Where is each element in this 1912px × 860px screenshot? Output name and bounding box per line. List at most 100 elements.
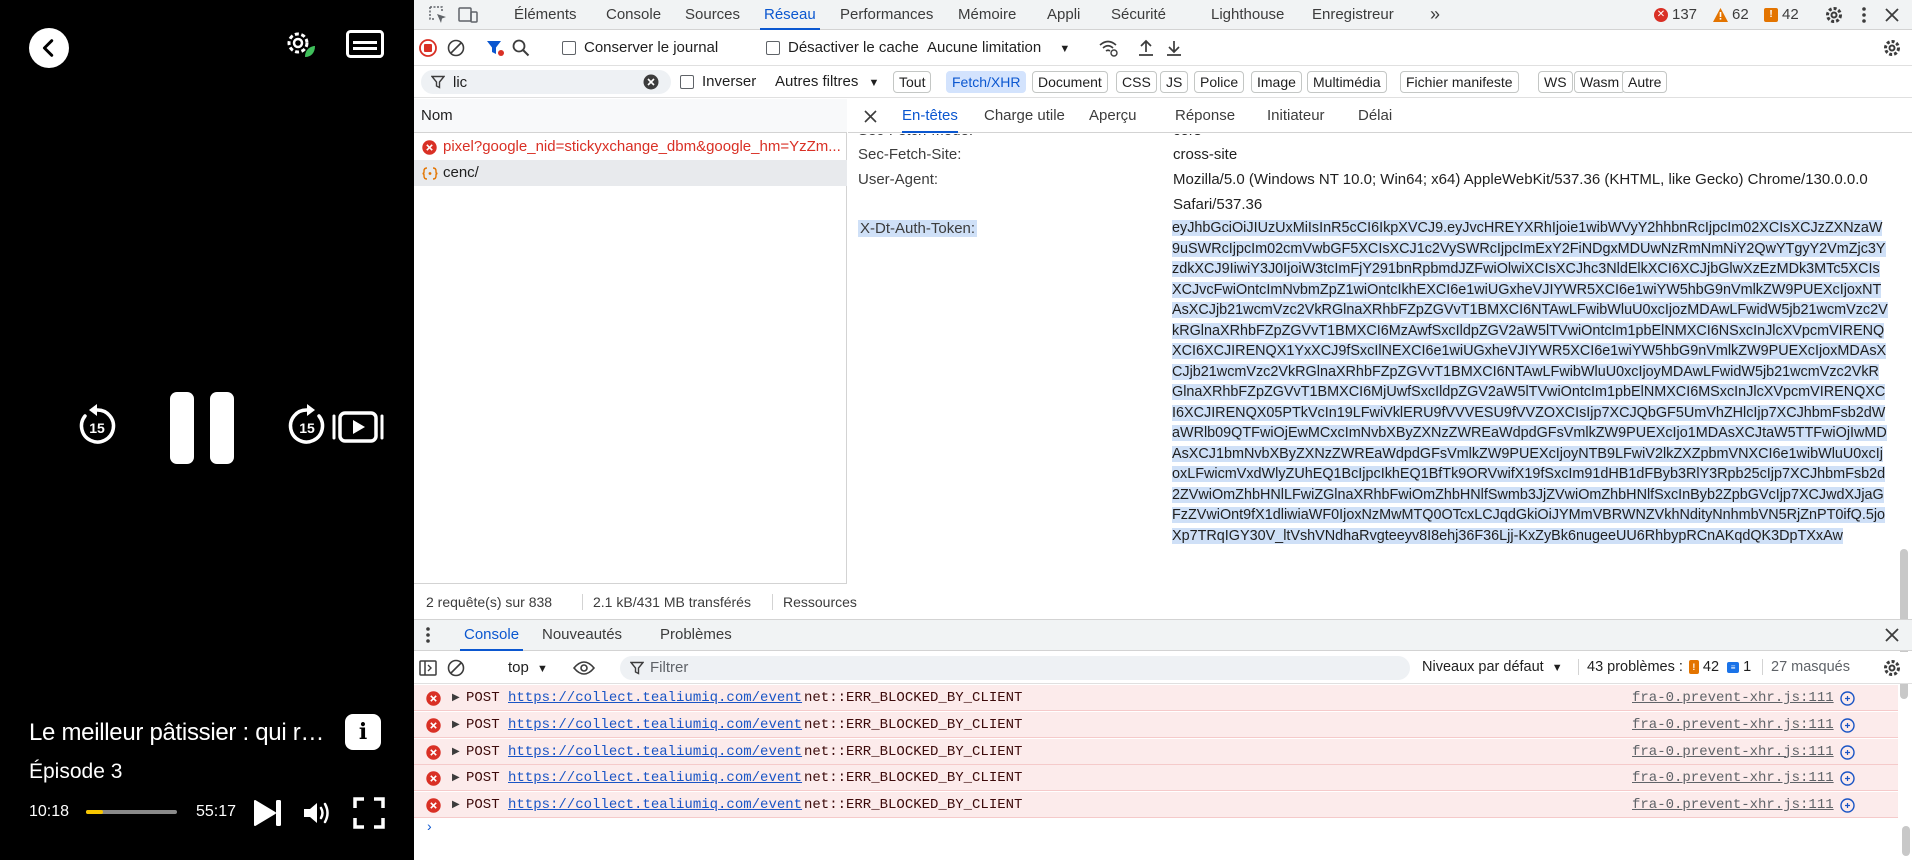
tab-headers[interactable]: En-têtes xyxy=(902,99,958,133)
filter-field[interactable] xyxy=(421,70,671,94)
expand-triangle-icon[interactable]: ▶ xyxy=(452,685,460,711)
next-episode-button[interactable] xyxy=(252,797,284,829)
drawer-menu-icon[interactable] xyxy=(414,621,442,649)
import-har-icon[interactable] xyxy=(1132,34,1160,62)
log-levels-dropdown[interactable]: Niveaux par défaut ▼ xyxy=(1422,659,1563,675)
stop-recording-icon[interactable] xyxy=(414,34,442,62)
tab-initiator[interactable]: Initiateur xyxy=(1267,99,1325,133)
drawer-tab-console[interactable]: Console xyxy=(460,620,524,651)
chip-manifest[interactable]: Fichier manifeste xyxy=(1400,71,1519,93)
ai-insights-icon[interactable] xyxy=(1840,771,1855,787)
chip-document[interactable]: Document xyxy=(1032,71,1108,93)
pause-button[interactable] xyxy=(168,392,236,464)
log-source-link[interactable]: fra-0.prevent-xhr.js:111 xyxy=(1632,712,1834,738)
warning-counter[interactable]: 62 xyxy=(1713,6,1749,23)
chip-media[interactable]: Multimédia xyxy=(1307,71,1387,93)
log-url[interactable]: https://collect.tealiumiq.com/event xyxy=(508,712,802,738)
preserve-log-checkbox[interactable] xyxy=(562,41,576,59)
rewind-15-button[interactable]: 15 xyxy=(75,402,119,450)
request-row[interactable]: cenc/ xyxy=(414,160,847,186)
chip-css[interactable]: CSS xyxy=(1116,71,1157,93)
error-counter[interactable]: ✕ 137 xyxy=(1654,6,1697,23)
console-settings-icon[interactable] xyxy=(1878,654,1906,682)
inspect-element-icon[interactable] xyxy=(424,1,452,29)
episodes-button[interactable] xyxy=(331,410,385,444)
ai-insights-icon[interactable] xyxy=(1840,691,1855,706)
tab-application[interactable]: Appli xyxy=(1043,0,1084,30)
chip-font[interactable]: Police xyxy=(1194,71,1245,93)
chip-js[interactable]: JS xyxy=(1160,71,1189,93)
invert-checkbox[interactable] xyxy=(680,75,694,92)
issues-counter[interactable]: ! 42 xyxy=(1764,6,1799,23)
export-har-icon[interactable] xyxy=(1160,34,1188,62)
settings-button[interactable] xyxy=(281,27,319,61)
log-source-link[interactable]: fra-0.prevent-xhr.js:111 xyxy=(1632,765,1834,791)
tab-lighthouse[interactable]: Lighthouse xyxy=(1207,0,1288,30)
tab-timing[interactable]: Délai xyxy=(1358,99,1392,133)
token-value[interactable]: eyJhbGciOiJIUzUxMiIsInR5cCI6IkpXVCJ9.eyJ… xyxy=(1172,218,1888,546)
chip-ws[interactable]: WS xyxy=(1538,71,1573,93)
chip-fetch-xhr[interactable]: Fetch/XHR xyxy=(946,71,1027,93)
console-prompt-icon[interactable]: › xyxy=(427,818,432,834)
chip-image[interactable]: Image xyxy=(1251,71,1302,93)
eye-icon[interactable] xyxy=(570,654,598,682)
close-details-icon[interactable] xyxy=(864,110,877,123)
back-button[interactable] xyxy=(29,28,69,68)
problems-summary[interactable]: 43 problèmes : ! 42 ≡ 1 xyxy=(1578,659,1751,675)
tab-response[interactable]: Réponse xyxy=(1175,99,1235,133)
console-log-row[interactable]: ▶ POST https://collect.tealiumiq.com/event… xyxy=(414,738,1898,765)
ai-insights-icon[interactable] xyxy=(1840,744,1855,760)
gear-icon[interactable] xyxy=(1820,1,1848,29)
clear-console-icon[interactable] xyxy=(442,654,470,682)
drawer-tab-issues[interactable]: Problèmes xyxy=(656,620,736,650)
forward-15-button[interactable]: 15 xyxy=(285,402,329,450)
console-log-row[interactable]: ▶ POST https://collect.tealiumiq.com/event… xyxy=(414,685,1898,711)
ai-insights-icon[interactable] xyxy=(1840,718,1855,733)
chip-other[interactable]: Autre xyxy=(1622,71,1668,93)
filter-icon[interactable] xyxy=(481,34,509,62)
tab-sources[interactable]: Sources xyxy=(681,0,744,30)
ai-insights-icon[interactable] xyxy=(1840,798,1855,813)
fullscreen-button[interactable] xyxy=(351,795,387,831)
request-row[interactable]: pixel?google_nid=stickyxchange_dbm&googl… xyxy=(414,134,847,160)
sidebar-toggle-icon[interactable] xyxy=(414,654,442,682)
console-log-row[interactable]: ▶ POST https://collect.tealiumiq.com/event… xyxy=(414,792,1898,819)
column-header-name[interactable]: Nom xyxy=(414,99,847,133)
more-filters-dropdown[interactable]: Autres filtres ▼ xyxy=(775,73,879,90)
search-icon[interactable] xyxy=(507,34,535,62)
drawer-tab-whats-new[interactable]: Nouveautés xyxy=(538,620,626,650)
volume-button[interactable] xyxy=(301,797,333,829)
info-button[interactable]: i xyxy=(345,714,381,750)
console-filter-field[interactable]: Filtrer xyxy=(620,656,1410,680)
log-source-link[interactable]: fra-0.prevent-xhr.js:111 xyxy=(1632,739,1834,765)
tab-console[interactable]: Console xyxy=(602,0,665,30)
tab-network[interactable]: Réseau xyxy=(760,0,820,30)
log-source-link[interactable]: fra-0.prevent-xhr.js:111 xyxy=(1632,792,1834,818)
clear-filter-icon[interactable] xyxy=(643,74,659,90)
log-url[interactable]: https://collect.tealiumiq.com/event xyxy=(508,739,802,765)
progress-bar[interactable] xyxy=(86,810,177,814)
log-url[interactable]: https://collect.tealiumiq.com/event xyxy=(508,765,802,791)
clear-icon[interactable] xyxy=(442,34,470,62)
expand-triangle-icon[interactable]: ▶ xyxy=(452,739,460,765)
log-url[interactable]: https://collect.tealiumiq.com/event xyxy=(508,685,802,711)
log-url[interactable]: https://collect.tealiumiq.com/event xyxy=(508,792,802,818)
more-tabs-icon[interactable]: » xyxy=(1426,0,1444,30)
console-log-row[interactable]: ▶ POST https://collect.tealiumiq.com/event… xyxy=(414,711,1898,738)
close-drawer-icon[interactable] xyxy=(1878,621,1906,649)
chip-wasm[interactable]: Wasm xyxy=(1574,71,1626,93)
filter-input[interactable] xyxy=(453,72,633,92)
chip-all[interactable]: Tout xyxy=(893,71,932,93)
console-scrollbar[interactable] xyxy=(1902,826,1910,856)
expand-triangle-icon[interactable]: ▶ xyxy=(452,792,460,818)
expand-triangle-icon[interactable]: ▶ xyxy=(452,765,460,791)
kebab-menu-icon[interactable] xyxy=(1850,1,1878,29)
log-source-link[interactable]: fra-0.prevent-xhr.js:111 xyxy=(1632,685,1834,711)
close-devtools-icon[interactable] xyxy=(1878,1,1906,29)
expand-triangle-icon[interactable]: ▶ xyxy=(452,712,460,738)
disable-cache-checkbox[interactable] xyxy=(766,41,780,59)
network-conditions-icon[interactable] xyxy=(1094,34,1122,62)
device-toolbar-icon[interactable] xyxy=(454,1,482,29)
tab-performance[interactable]: Performances xyxy=(836,0,937,30)
throttling-select[interactable]: Aucune limitation ▼ xyxy=(927,39,1070,56)
